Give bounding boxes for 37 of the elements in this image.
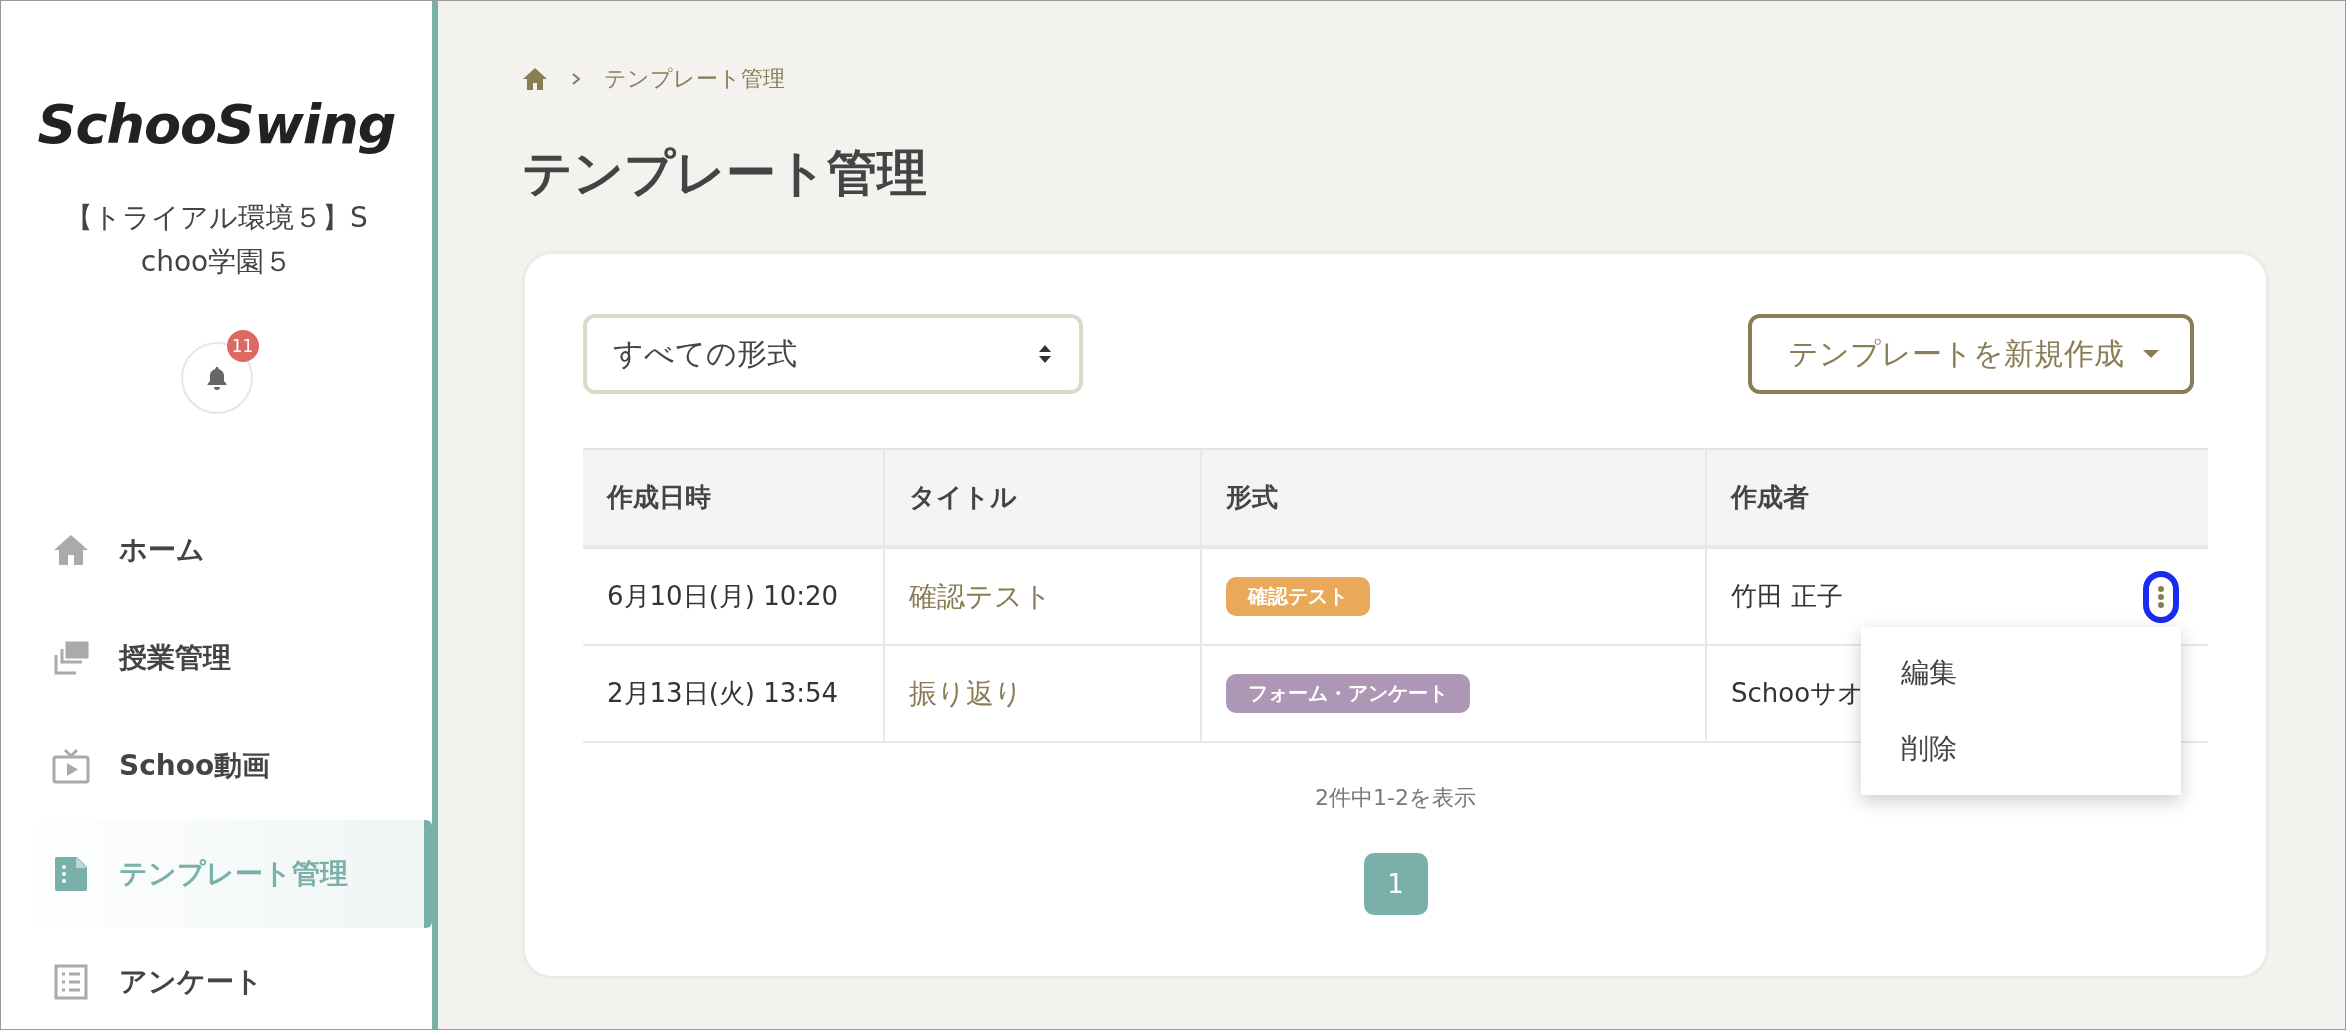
column-header: 形式 bbox=[1200, 450, 1705, 545]
more-icon bbox=[2157, 584, 2165, 609]
result-count: 2件中1-2を表示 bbox=[1314, 784, 1477, 812]
format-select[interactable]: すべての形式 bbox=[583, 314, 1083, 394]
nav-item[interactable]: ホーム bbox=[25, 496, 432, 604]
nav-item[interactable]: Schoo動画 bbox=[25, 712, 432, 820]
template-title-link[interactable]: 確認テスト bbox=[909, 577, 1052, 616]
table-cell-text: 竹田 正子 bbox=[1731, 580, 1844, 613]
tv-icon bbox=[51, 748, 91, 784]
chevron-right-icon bbox=[570, 71, 582, 87]
sort-arrows-icon bbox=[1037, 343, 1053, 365]
page-title: テンプレート管理 bbox=[522, 143, 928, 203]
table-cell-text: 6月10日(月) 10:20 bbox=[606, 580, 840, 613]
nav-label: アンケート bbox=[119, 964, 263, 1000]
column-header: タイトル bbox=[883, 450, 1200, 545]
breadcrumb-item[interactable]: テンプレート管理 bbox=[604, 64, 785, 94]
format-tag: フォーム・アンケート bbox=[1226, 674, 1470, 713]
organization-name: 【トライアル環境５】Schoo学園５ bbox=[64, 200, 369, 280]
column-header: 作成者 bbox=[1705, 450, 2205, 545]
menu-item[interactable]: 削除 bbox=[1861, 711, 2181, 787]
template-title-link[interactable]: 振り返り bbox=[909, 674, 1023, 713]
bell-icon bbox=[205, 366, 228, 390]
logo[interactable]: SchooSwing bbox=[37, 93, 396, 156]
table-cell-text: 2月13日(火) 13:54 bbox=[606, 677, 840, 710]
notification-badge: 11 bbox=[226, 330, 259, 362]
more-options-button[interactable] bbox=[2143, 570, 2179, 623]
nav-label: Schoo動画 bbox=[119, 748, 271, 784]
nav-label: ホーム bbox=[119, 532, 205, 568]
column-header: 作成日時 bbox=[605, 481, 712, 514]
nav-item[interactable]: 授業管理 bbox=[25, 604, 432, 712]
home-icon[interactable] bbox=[522, 67, 548, 91]
format-tag: 確認テスト bbox=[1226, 577, 1370, 616]
caret-icon bbox=[2142, 349, 2160, 359]
nav-label: 授業管理 bbox=[119, 640, 231, 676]
create-template-button[interactable]: テンプレートを新規作成 bbox=[1748, 314, 2194, 394]
nav-label: テンプレート管理 bbox=[119, 856, 348, 892]
nav-item[interactable]: アンケート bbox=[25, 928, 432, 1029]
